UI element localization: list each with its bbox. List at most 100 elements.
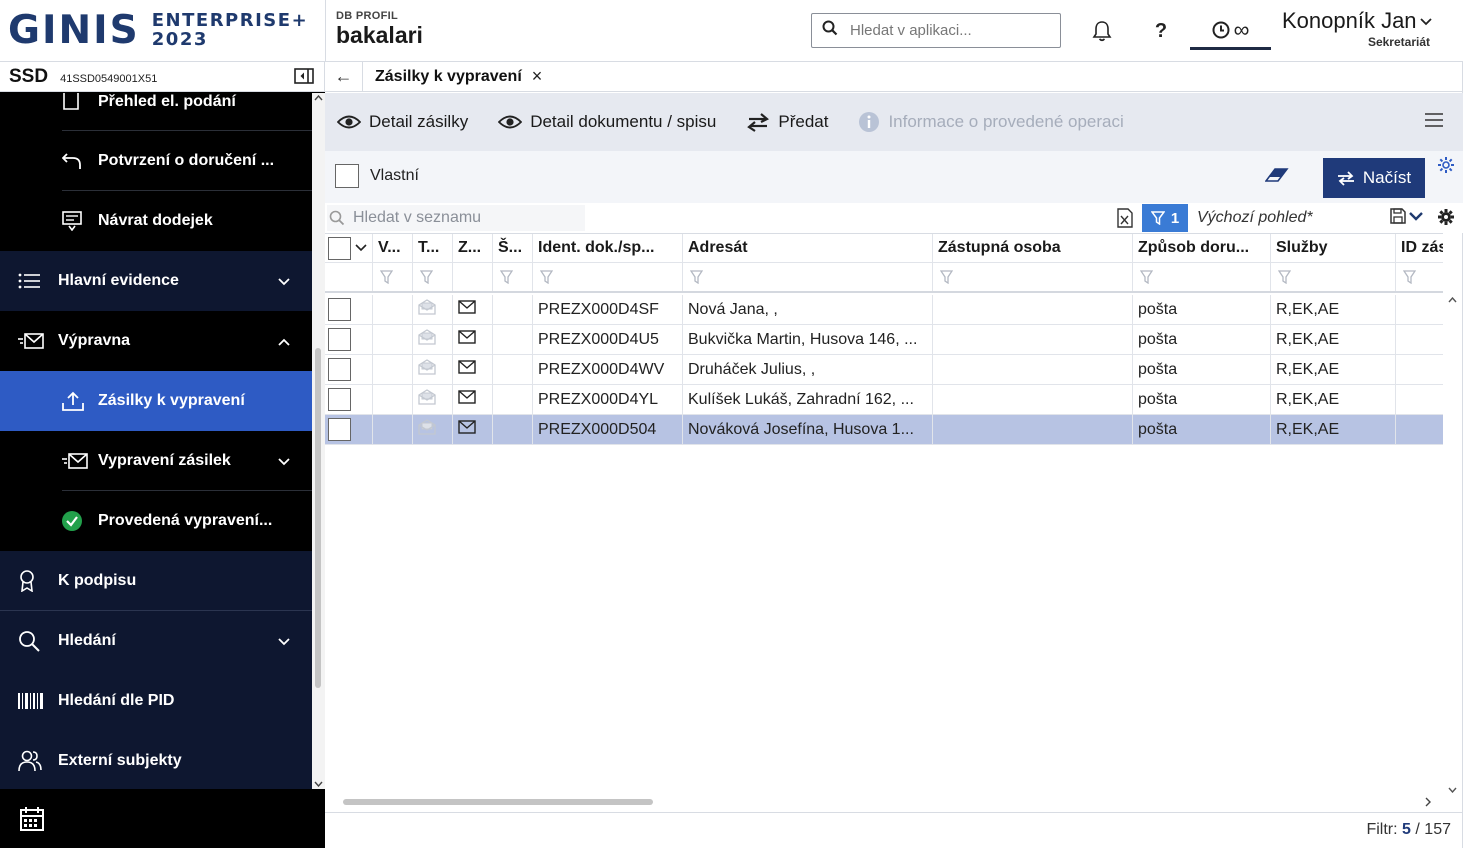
sidebar-item-label: Návrat dodejek (98, 212, 213, 229)
table-row[interactable]: PREZX000D4SF Nová Jana, , pošta R,EK,AE (325, 295, 1443, 325)
filter-settings-gear-icon[interactable] (1437, 156, 1455, 179)
funnel-icon[interactable] (1271, 263, 1396, 291)
sidebar-item-potvrzeni-o-doruceni[interactable]: Potvrzení o doručení ... (0, 131, 312, 191)
table-cell (933, 325, 1133, 354)
sidebar-item-provedena-vypraveni[interactable]: Provedená vypravení... (0, 491, 312, 551)
chevron-down-icon[interactable] (355, 244, 367, 252)
scroll-up-icon[interactable] (314, 95, 323, 101)
calendar-icon (20, 806, 44, 831)
search-icon (329, 210, 345, 226)
predat-button[interactable]: Předat (746, 111, 828, 133)
row-checkbox[interactable] (328, 388, 351, 411)
row-checkbox[interactable] (328, 418, 351, 441)
db-profile[interactable]: DB PROFIL bakalari (336, 10, 423, 48)
select-all-column[interactable] (325, 234, 373, 262)
sidebar-scrollbar[interactable] (312, 93, 325, 789)
table-cell: Kulíšek Lukáš, Zahradní 162, ... (683, 385, 933, 414)
funnel-icon[interactable] (413, 263, 453, 291)
table-cell: pošta (1133, 325, 1271, 354)
funnel-icon[interactable] (533, 263, 683, 291)
nacist-button[interactable]: Načíst (1323, 158, 1425, 198)
hscroll-thumb[interactable] (343, 799, 653, 805)
column-header[interactable]: ID zás (1396, 234, 1443, 262)
sidebar-item-k-podpisu[interactable]: K podpisu (0, 551, 312, 611)
column-header[interactable]: Z... (453, 234, 493, 262)
row-select-cell[interactable] (325, 355, 373, 384)
column-header[interactable]: Způsob doru... (1133, 234, 1271, 262)
sidebar-item-label: Hlavní evidence (58, 272, 179, 289)
app-search[interactable] (811, 13, 1061, 48)
active-filter-chip[interactable]: 1 (1142, 204, 1188, 232)
clear-filter-eraser-icon[interactable] (1264, 167, 1289, 188)
funnel-icon[interactable] (1396, 263, 1443, 291)
table-cell (1396, 295, 1443, 324)
table-cell (413, 415, 453, 444)
excel-export-icon[interactable] (1117, 208, 1133, 233)
scroll-down-icon[interactable] (1448, 787, 1457, 793)
row-select-cell[interactable] (325, 295, 373, 324)
sidebar-item-vypraveni-zasilek[interactable]: Vypravení zásilek (0, 431, 312, 491)
sidebar-item-hlavni-evidence[interactable]: Hlavní evidence (0, 251, 312, 311)
row-checkbox[interactable] (328, 298, 351, 321)
list-search-input[interactable] (353, 209, 573, 227)
grid-horizontal-scrollbar[interactable] (325, 795, 1443, 809)
informace-button[interactable]: Informace o provedené operaci (858, 111, 1124, 133)
sidebar-item-zasilky-k-vypraveni[interactable]: Zásilky k vypravení (0, 371, 312, 431)
row-select-cell[interactable] (325, 415, 373, 444)
grid-settings-gear-icon[interactable] (1437, 208, 1455, 231)
back-button[interactable]: ← (325, 61, 363, 92)
app-search-input[interactable] (850, 22, 1050, 39)
table-row[interactable]: PREZX000D4YL Kulíšek Lukáš, Zahradní 162,… (325, 385, 1443, 415)
sidebar-item-navrat-dodejek[interactable]: Návrat dodejek (0, 191, 312, 251)
sidebar-item-vypravna[interactable]: Výpravna (0, 311, 312, 371)
list-search[interactable] (327, 205, 585, 231)
hamburger-menu-icon[interactable] (1425, 113, 1443, 132)
sidebar-item-prehled-el-podani[interactable]: Přehled el. podání (0, 93, 312, 131)
save-view-button[interactable] (1390, 208, 1424, 224)
session-timer[interactable]: ∞ (1190, 12, 1271, 50)
sidebar-nav: Přehled el. podání Potvrzení o doručení … (0, 93, 312, 789)
collapse-sidebar-icon[interactable] (294, 68, 314, 89)
funnel-icon[interactable] (683, 263, 933, 291)
select-all-checkbox[interactable] (328, 236, 351, 260)
scroll-up-icon[interactable] (1448, 297, 1457, 303)
user-menu[interactable]: Konopník Jan Sekretariát (1282, 8, 1452, 49)
row-checkbox[interactable] (328, 328, 351, 351)
scroll-down-icon[interactable] (314, 781, 323, 787)
table-row[interactable]: PREZX000D4WV Druháček Julius, , pošta R,EK,… (325, 355, 1443, 385)
column-header[interactable]: Ident. dok./sp... (533, 234, 683, 262)
scroll-right-icon[interactable] (1425, 797, 1431, 807)
funnel-icon[interactable] (493, 263, 533, 291)
calendar-button[interactable] (0, 789, 325, 848)
vlastni-checkbox[interactable]: Vlastní (335, 164, 419, 188)
column-header[interactable]: Adresát (683, 234, 933, 262)
sidebar-item-hledani-dle-pid[interactable]: Hledání dle PID (0, 671, 312, 731)
funnel-icon[interactable] (373, 263, 413, 291)
detail-zasilky-button[interactable]: Detail zásilky (337, 112, 468, 132)
current-view-name[interactable]: Výchozí pohled* (1197, 209, 1313, 227)
sidebar-item-label: Přehled el. podání (98, 93, 236, 110)
row-checkbox[interactable] (328, 358, 351, 381)
column-header[interactable]: Zástupná osoba (933, 234, 1133, 262)
column-header[interactable]: Služby (1271, 234, 1396, 262)
close-tab-icon[interactable]: × (532, 66, 543, 87)
table-row[interactable]: PREZX000D4U5 Bukvička Martin, Husova 146,… (325, 325, 1443, 355)
tab-zasilky-k-vypraveni[interactable]: Zásilky k vypravení × (363, 62, 542, 92)
sidebar-item-hledani[interactable]: Hledání (0, 611, 312, 671)
sidebar-item-externi-subjekty[interactable]: Externí subjekty (0, 731, 312, 789)
notifications-bell-icon[interactable] (1087, 16, 1117, 46)
sidebar-scrollbar-thumb[interactable] (315, 348, 321, 688)
detail-dokumentu-button[interactable]: Detail dokumentu / spisu (498, 112, 716, 132)
funnel-icon[interactable] (933, 263, 1133, 291)
row-select-cell[interactable] (325, 385, 373, 414)
ginis-logo[interactable]: GINIS ENTERPRISE+ 2023 (8, 6, 308, 54)
column-header[interactable]: T... (413, 234, 453, 262)
table-row[interactable]: PREZX000D504 Nováková Josefína, Husova 1.… (325, 415, 1443, 445)
grid-vertical-scrollbar[interactable] (1443, 295, 1463, 795)
vlastni-checkbox-box[interactable] (335, 164, 359, 188)
column-header[interactable]: Š... (493, 234, 533, 262)
funnel-icon[interactable] (1133, 263, 1271, 291)
row-select-cell[interactable] (325, 325, 373, 354)
help-icon[interactable]: ? (1146, 16, 1176, 46)
column-header[interactable]: V... (373, 234, 413, 262)
